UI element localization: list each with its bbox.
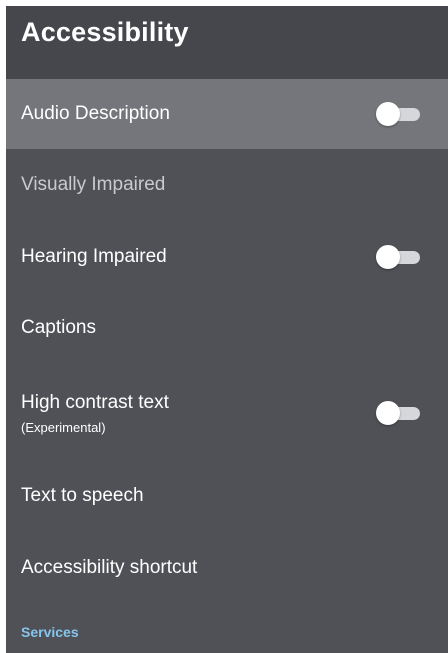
toggle-thumb: [376, 102, 400, 126]
hearing-impaired-row[interactable]: Hearing Impaired: [6, 221, 448, 293]
high-contrast-text-toggle[interactable]: [376, 401, 422, 425]
captions-row[interactable]: Captions: [6, 293, 448, 363]
audio-description-label: Audio Description: [21, 103, 170, 124]
accessibility-shortcut-label: Accessibility shortcut: [21, 557, 198, 578]
captions-label: Captions: [21, 317, 96, 338]
toggle-thumb: [376, 401, 400, 425]
audio-description-row[interactable]: Audio Description: [6, 79, 448, 149]
visually-impaired-label: Visually Impaired: [21, 174, 166, 195]
visually-impaired-row[interactable]: Visually Impaired: [6, 149, 448, 221]
high-contrast-text-labels: High contrast text (Experimental): [21, 392, 169, 435]
page-title: Accessibility: [21, 17, 189, 47]
high-contrast-text-label: High contrast text: [21, 391, 169, 413]
high-contrast-text-row[interactable]: High contrast text (Experimental): [6, 378, 448, 448]
high-contrast-text-sublabel: (Experimental): [21, 419, 106, 435]
text-to-speech-label: Text to speech: [21, 485, 144, 506]
accessibility-panel: Accessibility Audio Description Visually…: [6, 6, 448, 653]
services-section-header: Services: [21, 624, 79, 640]
toggle-thumb: [376, 245, 400, 269]
hearing-impaired-label: Hearing Impaired: [21, 246, 167, 267]
accessibility-shortcut-row[interactable]: Accessibility shortcut: [6, 533, 448, 603]
text-to-speech-row[interactable]: Text to speech: [6, 461, 448, 531]
header: Accessibility: [6, 6, 448, 79]
audio-description-toggle[interactable]: [376, 102, 422, 126]
hearing-impaired-toggle[interactable]: [376, 245, 422, 269]
